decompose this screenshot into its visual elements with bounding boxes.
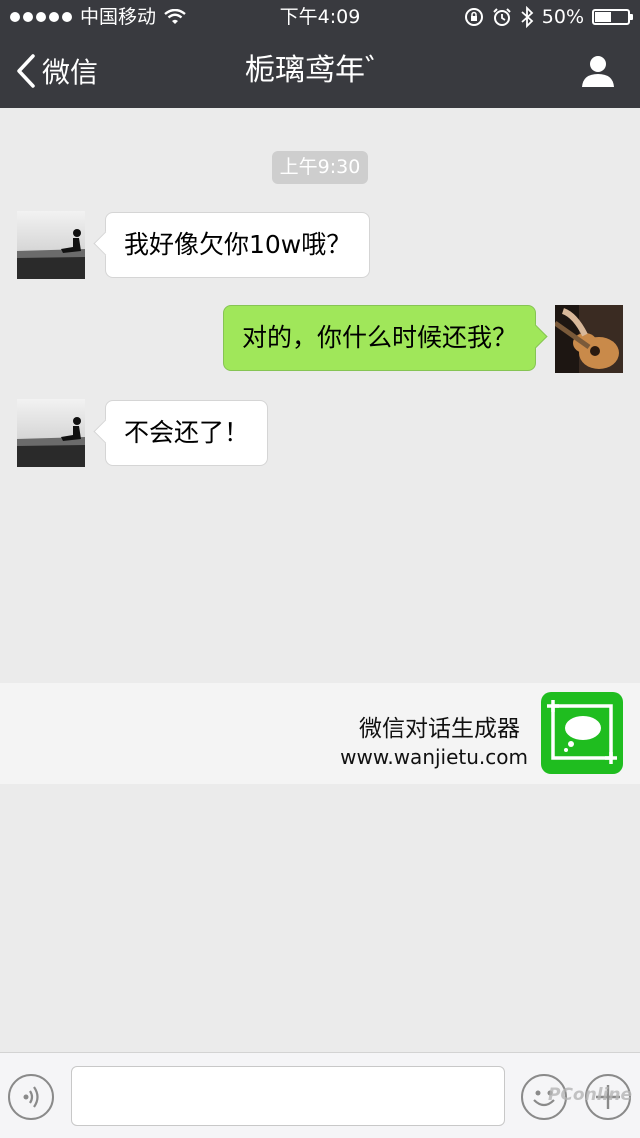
message-bubble-received[interactable]: 不会还了！ bbox=[105, 400, 269, 466]
message-bubble-sent[interactable]: 对的，你什么时候还我？ bbox=[222, 305, 536, 371]
status-left: 中国移动 bbox=[10, 0, 186, 34]
emoji-icon bbox=[533, 1090, 555, 1107]
voice-icon bbox=[23, 1086, 39, 1108]
banner-title: 微信对话生成器 bbox=[359, 716, 520, 742]
contact-avatar[interactable] bbox=[17, 399, 85, 467]
contact-avatar[interactable] bbox=[17, 211, 85, 279]
carrier-name: 中国移动 bbox=[80, 6, 157, 28]
message-text: 对的，你什么时候还我？ bbox=[241, 323, 517, 352]
status-right: 50% bbox=[464, 0, 633, 34]
battery-icon bbox=[592, 9, 633, 25]
plus-icon bbox=[596, 1085, 620, 1109]
bluetooth-icon bbox=[521, 6, 534, 28]
message-timestamp: 上午9:30 bbox=[272, 151, 368, 184]
emoji-button[interactable] bbox=[521, 1074, 567, 1120]
more-button[interactable] bbox=[585, 1074, 631, 1120]
voice-button[interactable] bbox=[8, 1074, 54, 1120]
chat-generator-logo bbox=[541, 692, 623, 774]
my-avatar[interactable] bbox=[555, 305, 623, 373]
battery-percent: 50% bbox=[541, 6, 584, 28]
back-button[interactable]: 微信 bbox=[16, 50, 98, 92]
profile-icon[interactable] bbox=[580, 53, 616, 89]
chat-title: 栀璃鸢年゛ bbox=[245, 53, 395, 88]
alarm-icon bbox=[493, 8, 511, 26]
status-bar: 中国移动 下午4:09 50% bbox=[0, 0, 640, 34]
input-bar bbox=[0, 1052, 640, 1138]
message-text: 我好像欠你10w哦？ bbox=[124, 230, 352, 259]
back-label: 微信 bbox=[42, 56, 99, 89]
back-chevron-icon bbox=[17, 54, 35, 88]
lock-rotation-icon bbox=[464, 8, 483, 26]
message-bubble-received[interactable]: 我好像欠你10w哦？ bbox=[105, 212, 371, 278]
signal-strength-icon bbox=[10, 12, 72, 22]
message-text: 不会还了！ bbox=[124, 418, 250, 447]
banner-url: www.wanjietu.com bbox=[340, 745, 528, 769]
battery-level bbox=[595, 12, 611, 22]
navigation-bar: 微信 栀璃鸢年゛ bbox=[0, 34, 640, 108]
top-bar: 中国移动 下午4:09 50% 微信 栀璃鸢年゛ bbox=[0, 0, 640, 108]
wifi-icon bbox=[164, 9, 186, 24]
message-input[interactable] bbox=[71, 1066, 505, 1126]
